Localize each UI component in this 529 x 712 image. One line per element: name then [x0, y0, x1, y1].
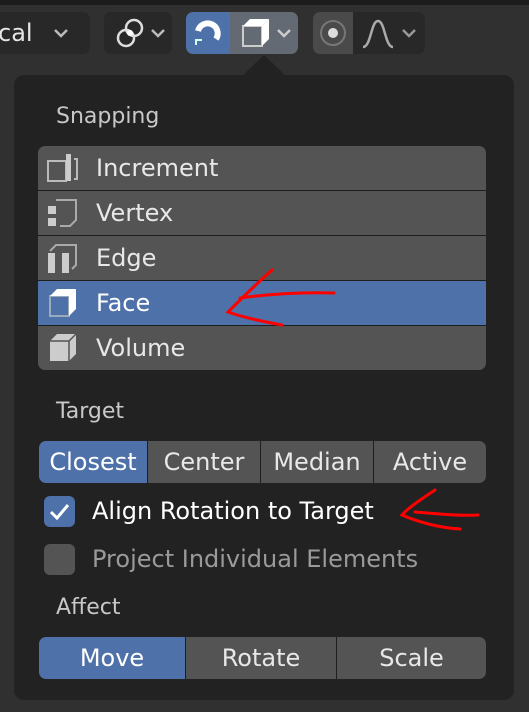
annotation-arrows	[225, 268, 480, 531]
red-arrow-align	[399, 488, 480, 531]
red-arrow-face	[225, 268, 336, 327]
